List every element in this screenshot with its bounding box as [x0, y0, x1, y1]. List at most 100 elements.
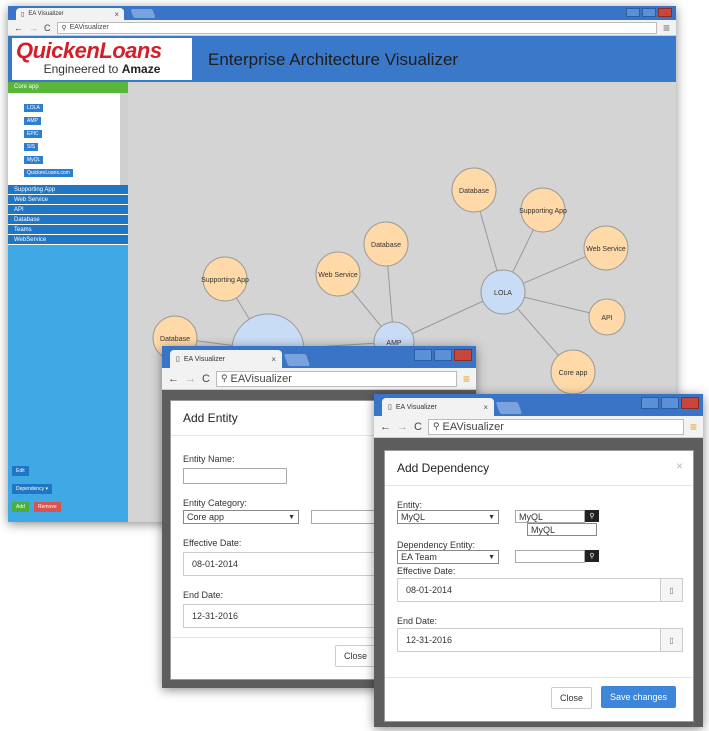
quicken-loans-logo: QuickenLoans Engineered to Amaze	[12, 38, 192, 80]
menu-icon[interactable]: ≡	[463, 372, 470, 386]
new-tab-button[interactable]	[495, 402, 523, 414]
calendar-icon[interactable]: ▯	[660, 579, 682, 601]
minimize-button[interactable]	[414, 349, 432, 361]
graph-node-label: Database	[371, 242, 401, 249]
effective-date-label: Effective Date:	[397, 566, 456, 576]
menu-icon[interactable]: ≡	[663, 21, 670, 35]
back-icon[interactable]: ←	[380, 421, 391, 433]
close-window-button[interactable]	[681, 397, 699, 409]
list-item[interactable]: LOLA	[24, 104, 43, 112]
back-icon[interactable]: ←	[14, 23, 23, 33]
menu-icon[interactable]: ≡	[690, 420, 697, 434]
maximize-button[interactable]	[434, 349, 452, 361]
address-text: EAVisualizer	[230, 372, 292, 385]
entity-search: MyQL ⚲	[515, 510, 599, 524]
add-dependency-browser-window: ▯ EA Visualizer × ← → C ⚲ EAVisualizer ≡…	[374, 394, 703, 727]
entity-category-select[interactable]: Core app ▼	[183, 510, 299, 524]
graph-node-label: Supporting App	[519, 208, 567, 215]
search-icon: ⚲	[61, 24, 67, 32]
close-tab-icon[interactable]: ×	[483, 403, 488, 412]
app-header: QuickenLoans Engineered to Amaze Enterpr…	[8, 36, 676, 82]
title-bar: ▯ EA Visualizer ×	[162, 346, 476, 368]
entity-select[interactable]: MyQL ▼	[397, 510, 499, 524]
autocomplete-suggestion[interactable]: MyQL	[527, 523, 597, 536]
list-item[interactable]: EPIC	[24, 130, 42, 138]
add-dependency-modal: Add Dependency × Entity: MyQL ▼ MyQL ⚲ My…	[384, 450, 694, 722]
close-window-button[interactable]	[454, 349, 472, 361]
sidebar-category-webservice[interactable]: WebService	[8, 235, 128, 245]
close-window-button[interactable]	[658, 8, 672, 17]
search-icon[interactable]: ⚲	[585, 510, 599, 522]
forward-icon[interactable]: →	[185, 373, 196, 385]
new-tab-button[interactable]	[283, 354, 311, 366]
search-icon: ⚲	[220, 373, 228, 383]
dependency-search: ⚲	[515, 550, 599, 564]
page-icon: ▯	[21, 11, 25, 18]
end-date-input[interactable]: 12-31-2016 ▯	[397, 628, 683, 652]
maximize-button[interactable]	[642, 8, 656, 17]
entity-search-input[interactable]: MyQL	[515, 510, 585, 523]
edit-button[interactable]: Edit	[12, 466, 29, 476]
forward-icon[interactable]: →	[397, 421, 408, 433]
add-button[interactable]: Add	[12, 502, 29, 512]
address-text: EAVisualizer	[442, 420, 504, 433]
reload-icon[interactable]: C	[44, 23, 51, 33]
new-tab-button[interactable]	[130, 9, 156, 18]
dependency-search-input[interactable]	[515, 550, 585, 563]
minimize-button[interactable]	[626, 8, 640, 17]
page-icon: ▯	[176, 356, 180, 363]
close-button[interactable]: Close	[551, 687, 593, 709]
search-icon[interactable]: ⚲	[585, 550, 599, 562]
close-button[interactable]: Close	[335, 645, 377, 667]
window-controls	[626, 8, 672, 17]
graph-node-label: Web Service	[318, 272, 358, 279]
page-icon: ▯	[388, 404, 392, 411]
close-tab-icon[interactable]: ×	[114, 10, 119, 19]
navigation-bar: ← → C ⚲ EAVisualizer ≡	[162, 368, 476, 390]
close-icon[interactable]: ×	[676, 459, 683, 473]
graph-node-label: Supporting App	[201, 277, 249, 284]
title-bar: ▯ EA Visualizer ×	[8, 6, 676, 20]
end-date-label: End Date:	[397, 616, 438, 626]
calendar-icon[interactable]: ▯	[660, 629, 682, 651]
sidebar-category-core-app[interactable]: Core app	[8, 82, 128, 93]
list-item[interactable]: SIS	[24, 143, 39, 151]
remove-button[interactable]: Remove	[34, 502, 61, 512]
reload-icon[interactable]: C	[202, 373, 210, 385]
address-bar[interactable]: ⚲ EAVisualizer	[56, 21, 657, 34]
entity-category-text[interactable]	[311, 510, 381, 524]
sidebar-category-api[interactable]: API	[8, 205, 128, 215]
back-icon[interactable]: ←	[168, 373, 179, 385]
minimize-button[interactable]	[641, 397, 659, 409]
list-item[interactable]: MyQL	[24, 156, 44, 164]
save-changes-button[interactable]: Save changes	[601, 686, 677, 708]
address-bar[interactable]: ⚲ EAVisualizer	[215, 370, 457, 387]
dependency-entity-select[interactable]: EA Team ▼	[397, 550, 499, 564]
modal-footer-divider	[385, 677, 693, 678]
entity-name-input[interactable]	[183, 468, 287, 484]
sidebar-category-database[interactable]: Database	[8, 215, 128, 225]
address-text: EAVisualizer	[69, 24, 109, 31]
graph-node-label: API	[601, 315, 612, 322]
reload-icon[interactable]: C	[414, 421, 422, 433]
maximize-button[interactable]	[661, 397, 679, 409]
sidebar-category-supporting-app[interactable]: Supporting App	[8, 185, 128, 195]
browser-tab[interactable]: ▯ EA Visualizer ×	[382, 398, 494, 416]
dependency-button[interactable]: Dependency ▾	[12, 484, 52, 494]
sidebar: Core app LOLA AMP EPIC SIS MyQL QuickenL…	[8, 82, 128, 522]
graph-node-label: Core app	[559, 370, 588, 377]
browser-tab[interactable]: ▯ EA Visualizer ×	[16, 8, 124, 20]
window-controls	[414, 349, 472, 361]
list-item[interactable]: AMP	[24, 117, 41, 125]
graph-node-label: Database	[160, 336, 190, 343]
sidebar-category-teams[interactable]: Teams	[8, 225, 128, 235]
browser-tab[interactable]: ▯ EA Visualizer ×	[170, 350, 282, 368]
entity-label: Entity:	[397, 500, 423, 510]
logo-brand: QuickenLoans	[16, 38, 162, 63]
close-tab-icon[interactable]: ×	[271, 355, 276, 364]
address-bar[interactable]: ⚲ EAVisualizer	[427, 418, 684, 435]
sidebar-category-web-service[interactable]: Web Service	[8, 195, 128, 205]
effective-date-input[interactable]: 08-01-2014 ▯	[397, 578, 683, 602]
forward-icon[interactable]: →	[29, 23, 38, 33]
list-item[interactable]: QuickenLoans.com	[24, 169, 73, 177]
